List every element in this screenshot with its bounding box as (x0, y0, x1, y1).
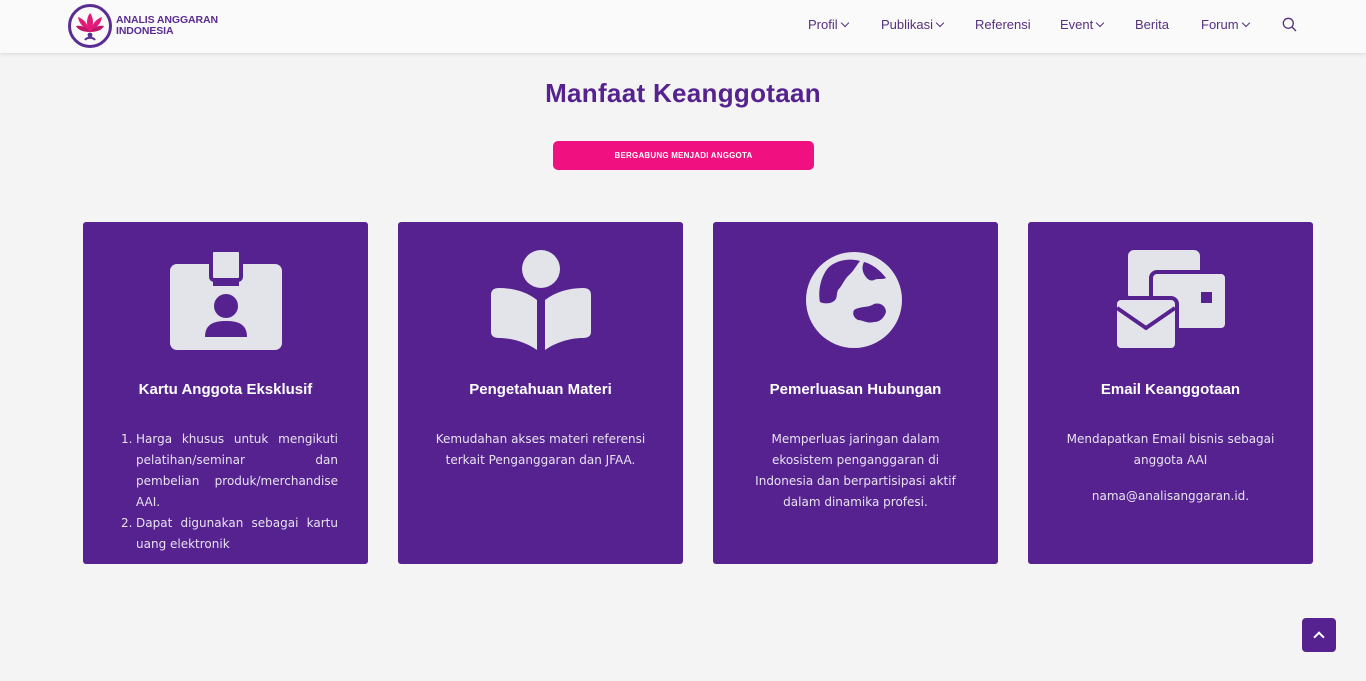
mail-bulk-icon (1114, 250, 1227, 350)
search-icon[interactable] (1282, 17, 1297, 32)
card-icon-wrap (1028, 250, 1313, 355)
benefit-card-email: Email Keanggotaan Mendapatkan Email bisn… (1028, 222, 1313, 564)
benefit-list: 1. Harga khusus untuk mengikuti pelatiha… (121, 429, 338, 555)
chevron-down-icon (1096, 18, 1105, 28)
back-to-top-button[interactable] (1302, 618, 1336, 652)
list-text: Harga khusus untuk mengikuti pelatihan/s… (136, 432, 338, 509)
globe-icon (805, 252, 902, 348)
nav-item-label: Forum (1201, 17, 1239, 32)
card-title: Kartu Anggota Eksklusif (138, 381, 313, 398)
nav-item-berita[interactable]: Berita (1135, 17, 1169, 32)
nav-item-event[interactable]: Event (1060, 17, 1105, 32)
site-logo[interactable]: ANALIS ANGGARAN INDONESIA (68, 4, 218, 48)
chevron-up-icon (1313, 631, 1325, 643)
brand-name: ANALIS ANGGARAN INDONESIA (116, 15, 218, 37)
list-item: 1. Harga khusus untuk mengikuti pelatiha… (121, 429, 338, 513)
card-icon-wrap (713, 250, 998, 355)
card-title: Pemerluasan Hubungan (769, 381, 942, 398)
card-title: Email Keanggotaan (1100, 381, 1241, 398)
nav-item-profil[interactable]: Profil (808, 17, 849, 32)
list-item: 2. Dapat digunakan sebagai kartu uang el… (121, 513, 338, 555)
lotus-logo-icon (68, 4, 112, 48)
benefit-card-member-card: Kartu Anggota Eksklusif 1. Harga khusus … (83, 222, 368, 564)
nav-item-forum[interactable]: Forum (1201, 17, 1250, 32)
card-title: Pengetahuan Materi (469, 381, 612, 398)
nav-item-label: Referensi (975, 17, 1031, 32)
nav-item-label: Publikasi (881, 17, 934, 32)
section-title: Manfaat Keanggotaan (545, 78, 821, 108)
join-member-button[interactable]: BERGABUNG MENJADI ANGGOTA (553, 141, 814, 170)
card-icon-wrap (83, 250, 368, 355)
card-email-example: nama@analisanggaran.id. (1091, 489, 1250, 503)
benefit-card-knowledge: Pengetahuan Materi Kemudahan akses mater… (398, 222, 683, 564)
card-icon-wrap (398, 250, 683, 355)
card-description: Kemudahan akses materi referensi terkait… (435, 432, 646, 467)
nav-item-publikasi[interactable]: Publikasi (881, 17, 945, 32)
benefit-card-network: Pemerluasan Hubungan Memperluas jaringan… (713, 222, 998, 564)
list-number: 2. (121, 516, 133, 530)
chevron-down-icon (840, 18, 849, 28)
brand-line-2: INDONESIA (116, 25, 174, 37)
chevron-down-icon (935, 18, 945, 28)
card-description: Mendapatkan Email bisnis sebagai anggota… (1066, 432, 1275, 467)
nav-item-label: Profil (808, 17, 838, 32)
id-badge-icon (169, 250, 282, 350)
navbar: ANALIS ANGGARAN INDONESIA Profil Publika… (0, 0, 1366, 53)
card-description: Memperluas jaringan dalam ekosistem peng… (755, 432, 956, 509)
book-reader-icon (490, 250, 591, 350)
nav-item-referensi[interactable]: Referensi (975, 17, 1031, 32)
list-text: Dapat digunakan sebagai kartu uang elekt… (136, 516, 338, 551)
nav-item-label: Berita (1135, 17, 1169, 32)
nav-item-label: Event (1060, 17, 1094, 32)
list-number: 1. (121, 432, 133, 446)
chevron-down-icon (1241, 18, 1250, 28)
